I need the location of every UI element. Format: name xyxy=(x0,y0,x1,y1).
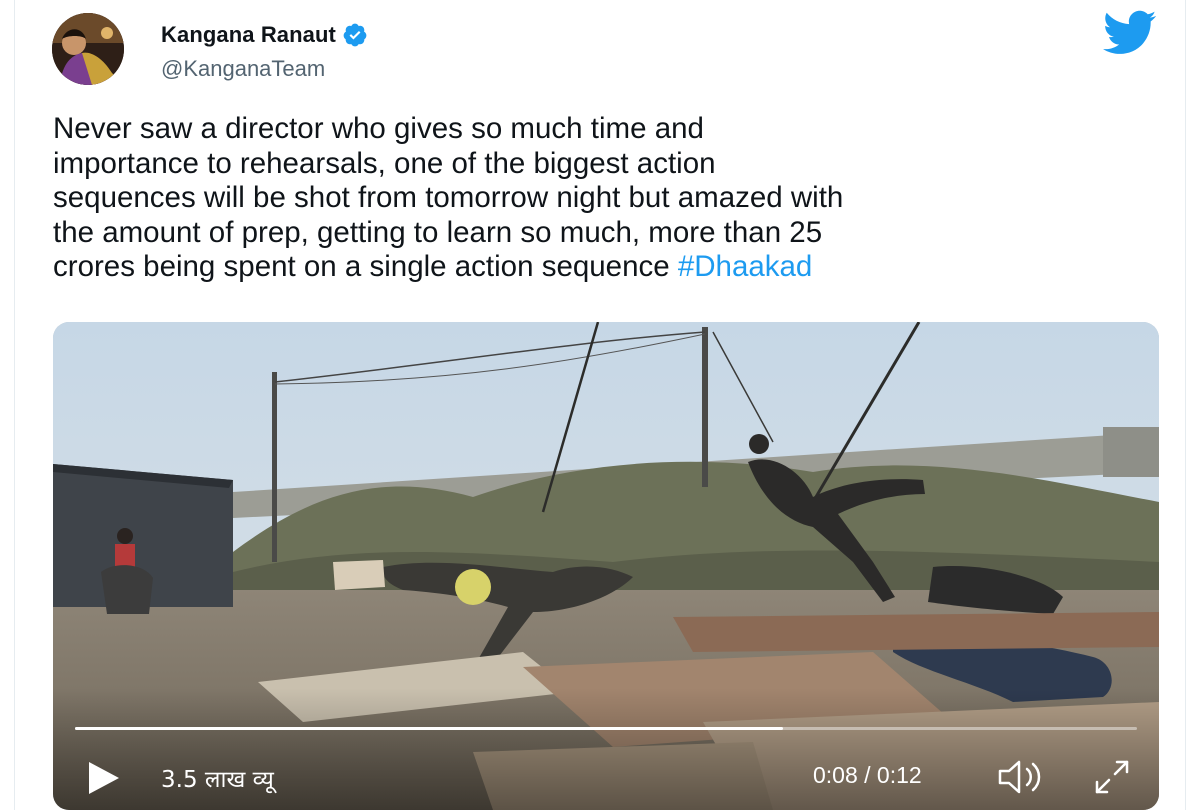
video-frame xyxy=(53,322,1159,810)
tweet-card: Kangana Ranaut @KanganaTeam Never saw a … xyxy=(14,0,1186,810)
view-count: 3.5 लाख व्यू xyxy=(161,767,274,793)
twitter-bird-icon[interactable] xyxy=(1103,10,1157,56)
video-progress-fill xyxy=(75,727,784,730)
author-display-name[interactable]: Kangana Ranaut xyxy=(161,22,336,48)
tweet-text: Never saw a director who gives so much t… xyxy=(53,112,1183,285)
volume-icon[interactable] xyxy=(997,758,1049,796)
author-handle[interactable]: @KanganaTeam xyxy=(161,56,325,82)
author-name-row[interactable]: Kangana Ranaut xyxy=(161,22,368,48)
video-player[interactable]: 3.5 लाख व्यू 0:08 / 0:12 xyxy=(53,322,1159,810)
fullscreen-icon[interactable] xyxy=(1091,756,1133,798)
avatar-image xyxy=(52,13,124,85)
verified-badge-icon xyxy=(342,22,368,48)
hashtag-link[interactable]: #Dhaakad xyxy=(678,250,813,283)
avatar[interactable] xyxy=(52,13,124,85)
play-icon[interactable] xyxy=(83,760,123,796)
video-progress-bar[interactable] xyxy=(75,727,1137,730)
video-time: 0:08 / 0:12 xyxy=(813,762,922,788)
